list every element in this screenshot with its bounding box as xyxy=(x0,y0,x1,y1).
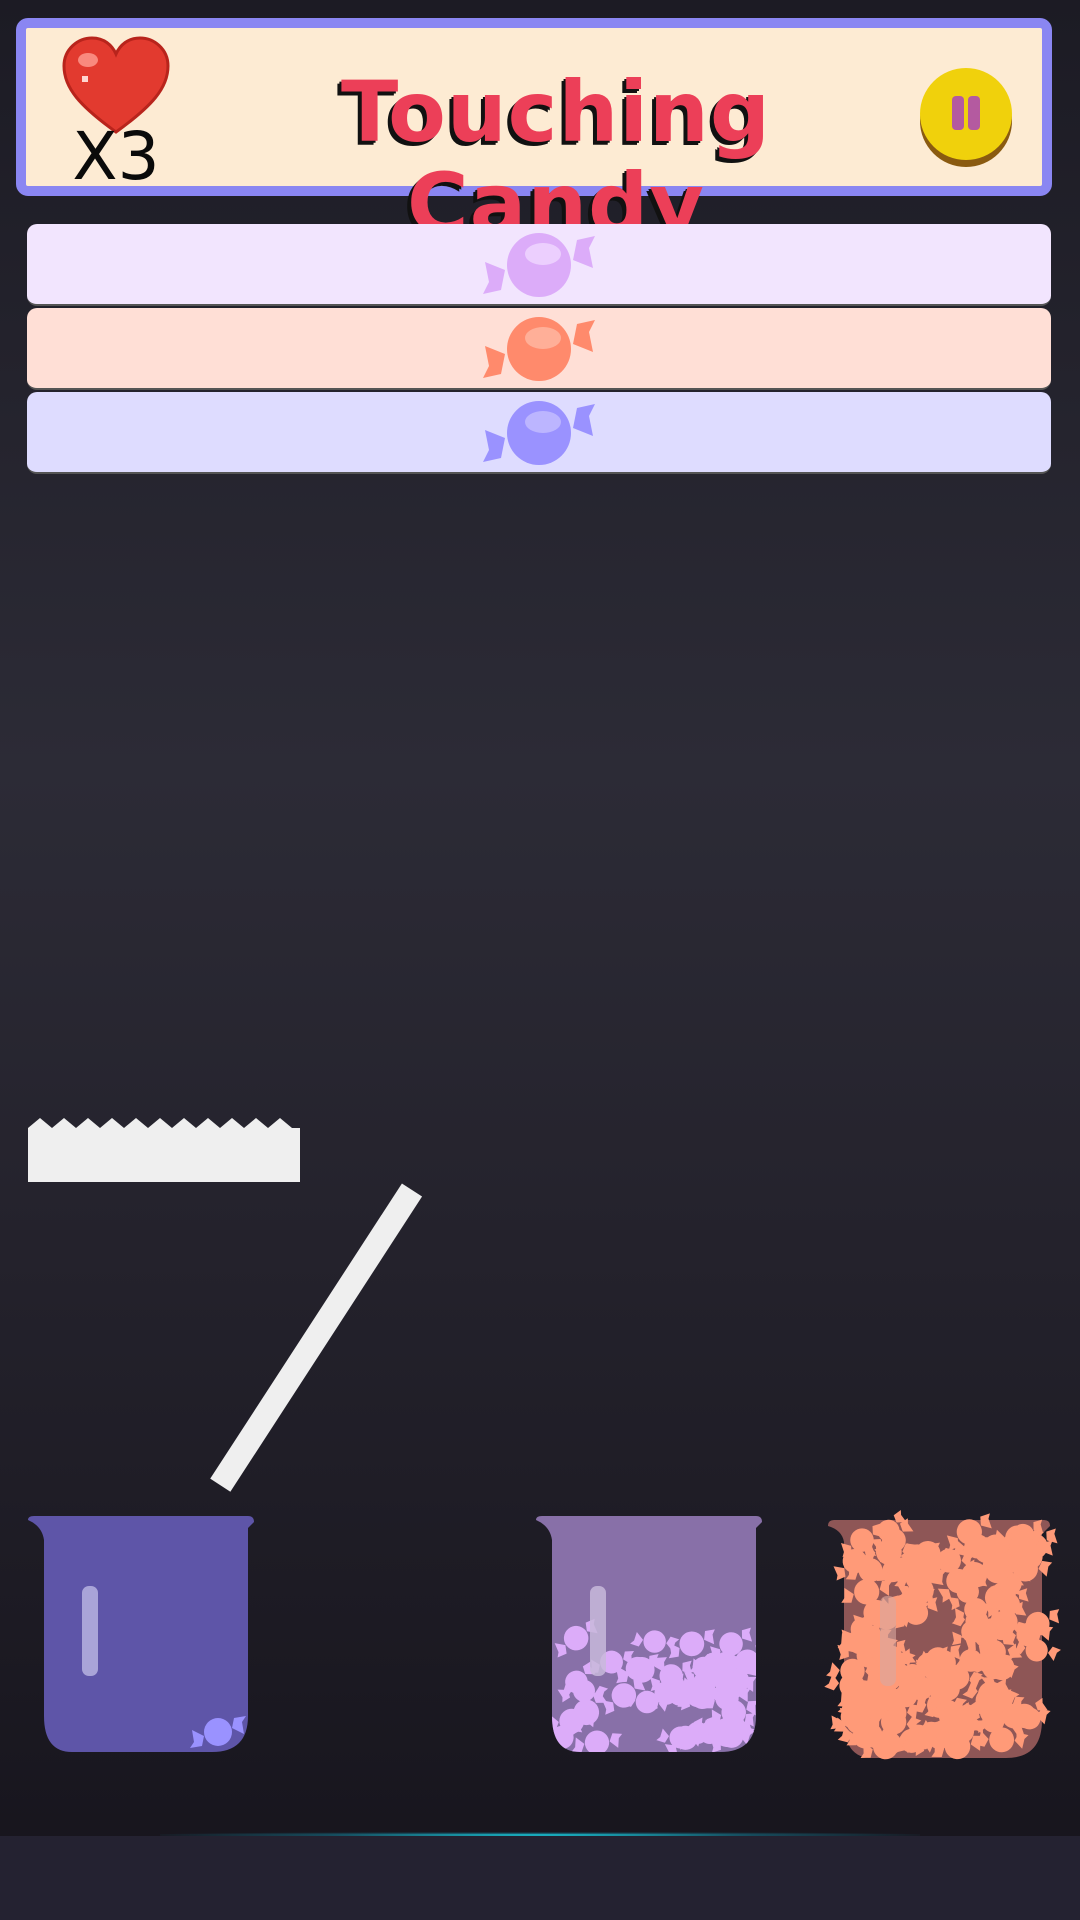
candy-strip-blue xyxy=(27,392,1051,474)
saw-platform xyxy=(28,1118,300,1182)
pause-icon-bar xyxy=(968,96,980,130)
candy-icon xyxy=(483,401,595,465)
cup-middle xyxy=(536,1516,762,1756)
candy-icon xyxy=(483,317,595,381)
pause-button[interactable] xyxy=(920,68,1012,160)
cup-middle-glass xyxy=(536,1516,762,1752)
cup-left xyxy=(28,1516,254,1756)
candy-strip-coral xyxy=(27,308,1051,390)
floor xyxy=(0,1836,1080,1920)
candy-strip-lilac xyxy=(27,224,1051,306)
cup-left-glass xyxy=(28,1516,254,1752)
drawn-line[interactable] xyxy=(210,1183,423,1492)
candy-icon xyxy=(483,233,595,297)
cup-right-glass xyxy=(824,1509,1061,1760)
cup-right xyxy=(824,1506,1061,1762)
lives-count: X3 xyxy=(72,118,160,195)
pause-icon xyxy=(952,96,964,130)
game-header: X3 Touching Candy xyxy=(16,18,1052,251)
